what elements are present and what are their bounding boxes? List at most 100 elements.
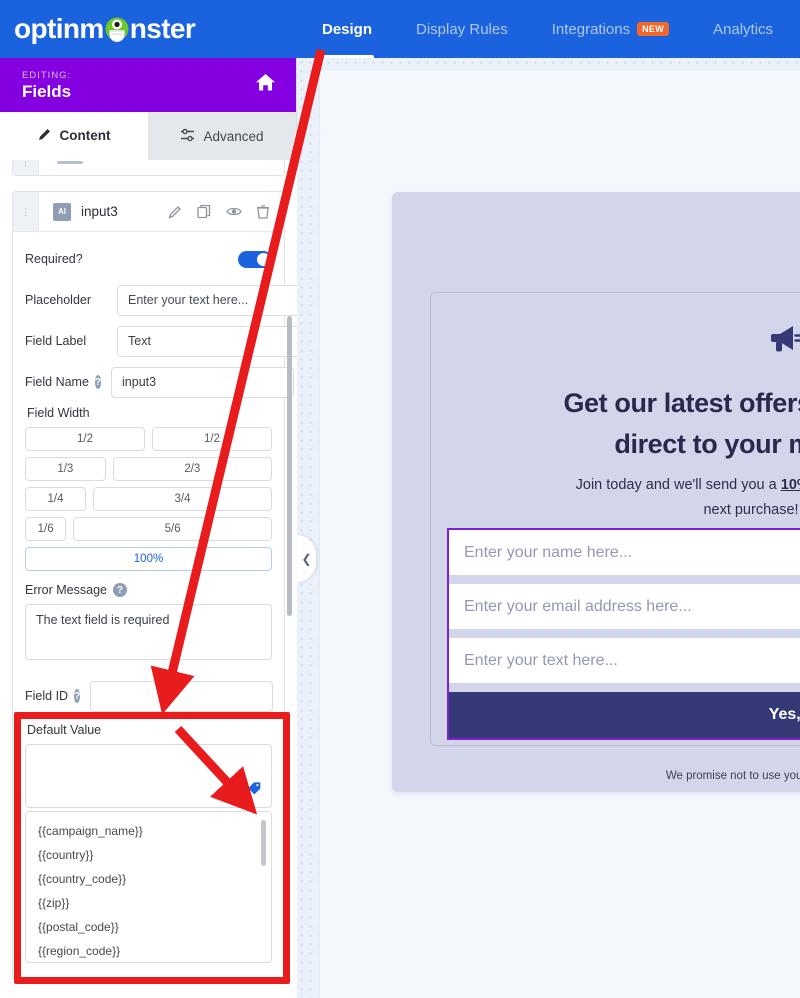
preview-cta-label: Yes, I Want to Save! <box>768 706 800 723</box>
error-message-row: Error Message ? <box>25 583 272 597</box>
field-id-label: Field ID <box>25 689 69 703</box>
campaign-preview-body: Get our latest offers and news direct to… <box>430 292 800 782</box>
tab-content[interactable]: Content <box>0 112 148 160</box>
required-label: Required? <box>25 252 83 266</box>
placeholder-input[interactable] <box>117 284 297 316</box>
default-value-label: Default Value <box>27 723 102 737</box>
field-label-input[interactable] <box>117 325 297 357</box>
width-option-1-6[interactable]: 1/6 <box>25 517 67 541</box>
drag-handle[interactable]: ⋮ <box>13 160 39 175</box>
help-icon[interactable]: ? <box>94 375 102 389</box>
field-card-actions <box>168 204 284 219</box>
editor-sidebar: EDITING: Fields Content Advanced ⋮ ⋮ AI … <box>0 58 297 998</box>
placeholder-label: Placeholder <box>25 293 92 307</box>
tag-icon[interactable] <box>247 781 262 800</box>
help-icon[interactable]: ? <box>74 689 81 703</box>
sliders-icon <box>180 128 195 145</box>
monster-mascot-icon <box>104 16 130 42</box>
suggestion-item[interactable]: {{country_code}} <box>26 867 271 891</box>
ai-badge-icon: AI <box>53 202 71 221</box>
preview-name-field[interactable]: Enter your name here... <box>449 530 800 584</box>
preview-headline-line1: Get our latest offers and news <box>563 388 800 418</box>
default-value-suggestions[interactable]: {{campaign_name}} {{country}} {{country_… <box>25 811 272 963</box>
field-card-header: ⋮ AI input3 <box>13 192 284 232</box>
logo-text-right: nster <box>129 13 196 44</box>
width-option-2-3[interactable]: 2/3 <box>112 457 272 481</box>
suggestion-item[interactable]: {{postal_code}} <box>26 915 271 939</box>
default-value-input[interactable] <box>25 744 272 808</box>
pencil-icon <box>38 127 52 144</box>
eye-icon[interactable] <box>226 204 242 219</box>
nav-tab-integrations-label: Integrations <box>551 20 631 38</box>
preview-headline: Get our latest offers and news direct to… <box>431 383 800 465</box>
field-name-row: Field Name ? <box>25 365 295 399</box>
campaign-preview-shell[interactable]: Get our latest offers and news direct to… <box>392 192 800 792</box>
logo-text-left: optinm <box>14 13 104 44</box>
preview-text-field-placeholder: Enter your text here... <box>464 651 618 669</box>
preview-text-field[interactable]: Enter your text here... <box>449 638 800 692</box>
width-option-1-4[interactable]: 1/4 <box>25 487 86 511</box>
nav-tab-design-label: Design <box>322 20 373 38</box>
width-option-100[interactable]: 100% <box>25 547 272 571</box>
tab-advanced[interactable]: Advanced <box>148 112 296 160</box>
edit-pencil-icon[interactable] <box>168 204 183 219</box>
optinmonster-campaign-builder: optinm nster Design Display Rules Integr… <box>0 0 800 998</box>
nav-tab-integrations[interactable]: Integrations NEW <box>530 0 691 58</box>
sidebar-tabs: Content Advanced <box>0 112 296 160</box>
width-option-5-6[interactable]: 5/6 <box>73 517 272 541</box>
preview-cta-button[interactable]: Yes, I Want to Save! <box>449 692 800 738</box>
main-nav-tabs: Design Display Rules Integrations NEW An… <box>300 0 795 58</box>
chevron-left-icon: ❮ <box>301 551 312 566</box>
preview-headline-line2: direct to your mailbox <box>614 429 800 459</box>
nav-tab-design[interactable]: Design <box>300 0 394 58</box>
preview-subheadline: Join today and we'll send you a 10% disc… <box>431 473 800 523</box>
drag-dots-icon: ⋮ <box>21 206 30 217</box>
nav-tab-analytics[interactable]: Analytics <box>691 0 795 58</box>
top-navigation-bar: optinm nster Design Display Rules Integr… <box>0 0 800 58</box>
preview-footer-note: We promise not to use your email for spa… <box>665 770 800 782</box>
editing-kicker: EDITING: <box>22 70 72 81</box>
trash-icon[interactable] <box>256 204 270 219</box>
tab-content-label: Content <box>59 128 111 143</box>
field-drag-handle[interactable]: ⋮ <box>13 192 39 231</box>
width-option-1-2-a[interactable]: 1/2 <box>25 427 145 451</box>
sidebar-panel-scroll[interactable]: ⋮ ⋮ AI input3 Required? Placeholder Ente… <box>0 160 297 998</box>
editing-header: EDITING: Fields <box>0 58 296 112</box>
tab-advanced-label: Advanced <box>203 128 264 144</box>
field-card-body: Required? Placeholder Field Label Field … <box>13 232 297 979</box>
help-icon[interactable]: ? <box>112 583 127 597</box>
campaign-canvas: Get our latest offers and news direct to… <box>297 58 800 998</box>
nav-tab-display-rules-label: Display Rules <box>416 20 508 38</box>
optinmonster-logo[interactable]: optinm nster <box>0 0 300 58</box>
previous-field-card-partial[interactable]: ⋮ <box>12 160 285 176</box>
required-toggle[interactable] <box>238 250 272 268</box>
field-name-input[interactable] <box>111 366 295 398</box>
duplicate-icon[interactable] <box>197 204 212 219</box>
width-option-3-4[interactable]: 3/4 <box>93 487 272 511</box>
width-option-1-2-b[interactable]: 1/2 <box>152 427 272 451</box>
sidebar-scrollbar[interactable] <box>287 316 292 616</box>
preview-subhead-line2: next purchase! <box>703 502 799 518</box>
field-card-title: input3 <box>81 204 118 219</box>
preview-subhead-pre: Join today and we'll send you a <box>575 477 781 493</box>
field-label-row: Field Label <box>25 324 297 358</box>
field-id-input[interactable] <box>90 680 274 712</box>
preview-name-field-placeholder: Enter your name here... <box>464 543 633 561</box>
width-option-1-3[interactable]: 1/3 <box>25 457 106 481</box>
suggestion-item[interactable]: {{zip}} <box>26 891 271 915</box>
nav-tab-display-rules[interactable]: Display Rules <box>394 0 530 58</box>
suggestions-scrollbar[interactable] <box>261 820 266 866</box>
home-icon[interactable] <box>255 73 276 98</box>
nav-tab-analytics-label: Analytics <box>713 20 774 38</box>
field-label-label: Field Label <box>25 334 87 348</box>
suggestion-item[interactable]: {{campaign_name}} <box>26 819 271 843</box>
preview-optin-form: Enter your name here... Enter your email… <box>447 528 800 740</box>
field-width-label: Field Width <box>27 406 90 420</box>
field-width-options: 1/2 1/2 1/3 2/3 1/4 3/4 1/6 5/6 100% <box>25 427 272 571</box>
suggestion-item[interactable]: {{region_code}} <box>26 939 271 962</box>
suggestion-item[interactable]: {{country}} <box>26 843 271 867</box>
error-message-label: Error Message <box>25 583 107 597</box>
preview-email-field[interactable]: Enter your email address here... <box>449 584 800 638</box>
default-value-section: Default Value {{campaign_name}} {{countr… <box>25 723 272 963</box>
error-message-textarea[interactable]: The text field is required <box>25 604 272 660</box>
